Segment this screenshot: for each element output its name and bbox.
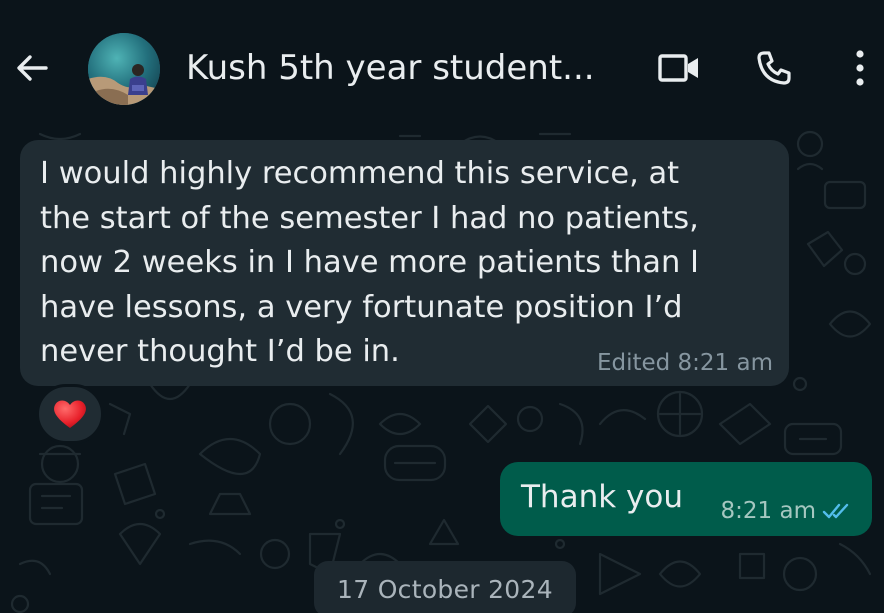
more-options-button[interactable] <box>836 46 884 90</box>
outgoing-message-time: 8:21 am <box>720 498 816 524</box>
incoming-message-meta: Edited 8:21 am <box>596 350 773 376</box>
more-vertical-icon <box>856 50 864 86</box>
double-check-read-icon <box>822 503 849 519</box>
arrow-left-icon <box>17 55 48 81</box>
video-call-icon <box>658 54 698 82</box>
outgoing-message-meta: 8:21 am <box>721 498 854 524</box>
red-heart-icon <box>54 400 86 428</box>
date-separator: 17 October 2024 <box>314 561 576 613</box>
outgoing-message-bubble[interactable]: Thank you 8:21 am <box>500 462 872 536</box>
phone-icon <box>757 51 791 85</box>
heart-reaction[interactable] <box>36 384 104 444</box>
contact-name[interactable]: Kush 5th year student... <box>186 45 626 91</box>
incoming-message-bubble[interactable]: I would highly recommend this service, a… <box>20 140 789 386</box>
incoming-message-text: I would highly recommend this service, a… <box>40 156 699 369</box>
outgoing-message-text: Thank you <box>521 479 683 515</box>
video-call-button[interactable] <box>655 46 703 90</box>
chat-screen: Kush 5th year student... I would highly … <box>0 0 884 613</box>
date-separator-label: 17 October 2024 <box>337 575 553 604</box>
voice-call-button[interactable] <box>750 46 798 90</box>
chat-header: Kush 5th year student... <box>0 0 884 124</box>
avatar-image <box>88 33 160 105</box>
contact-avatar[interactable] <box>88 33 160 105</box>
back-button[interactable] <box>10 48 54 88</box>
